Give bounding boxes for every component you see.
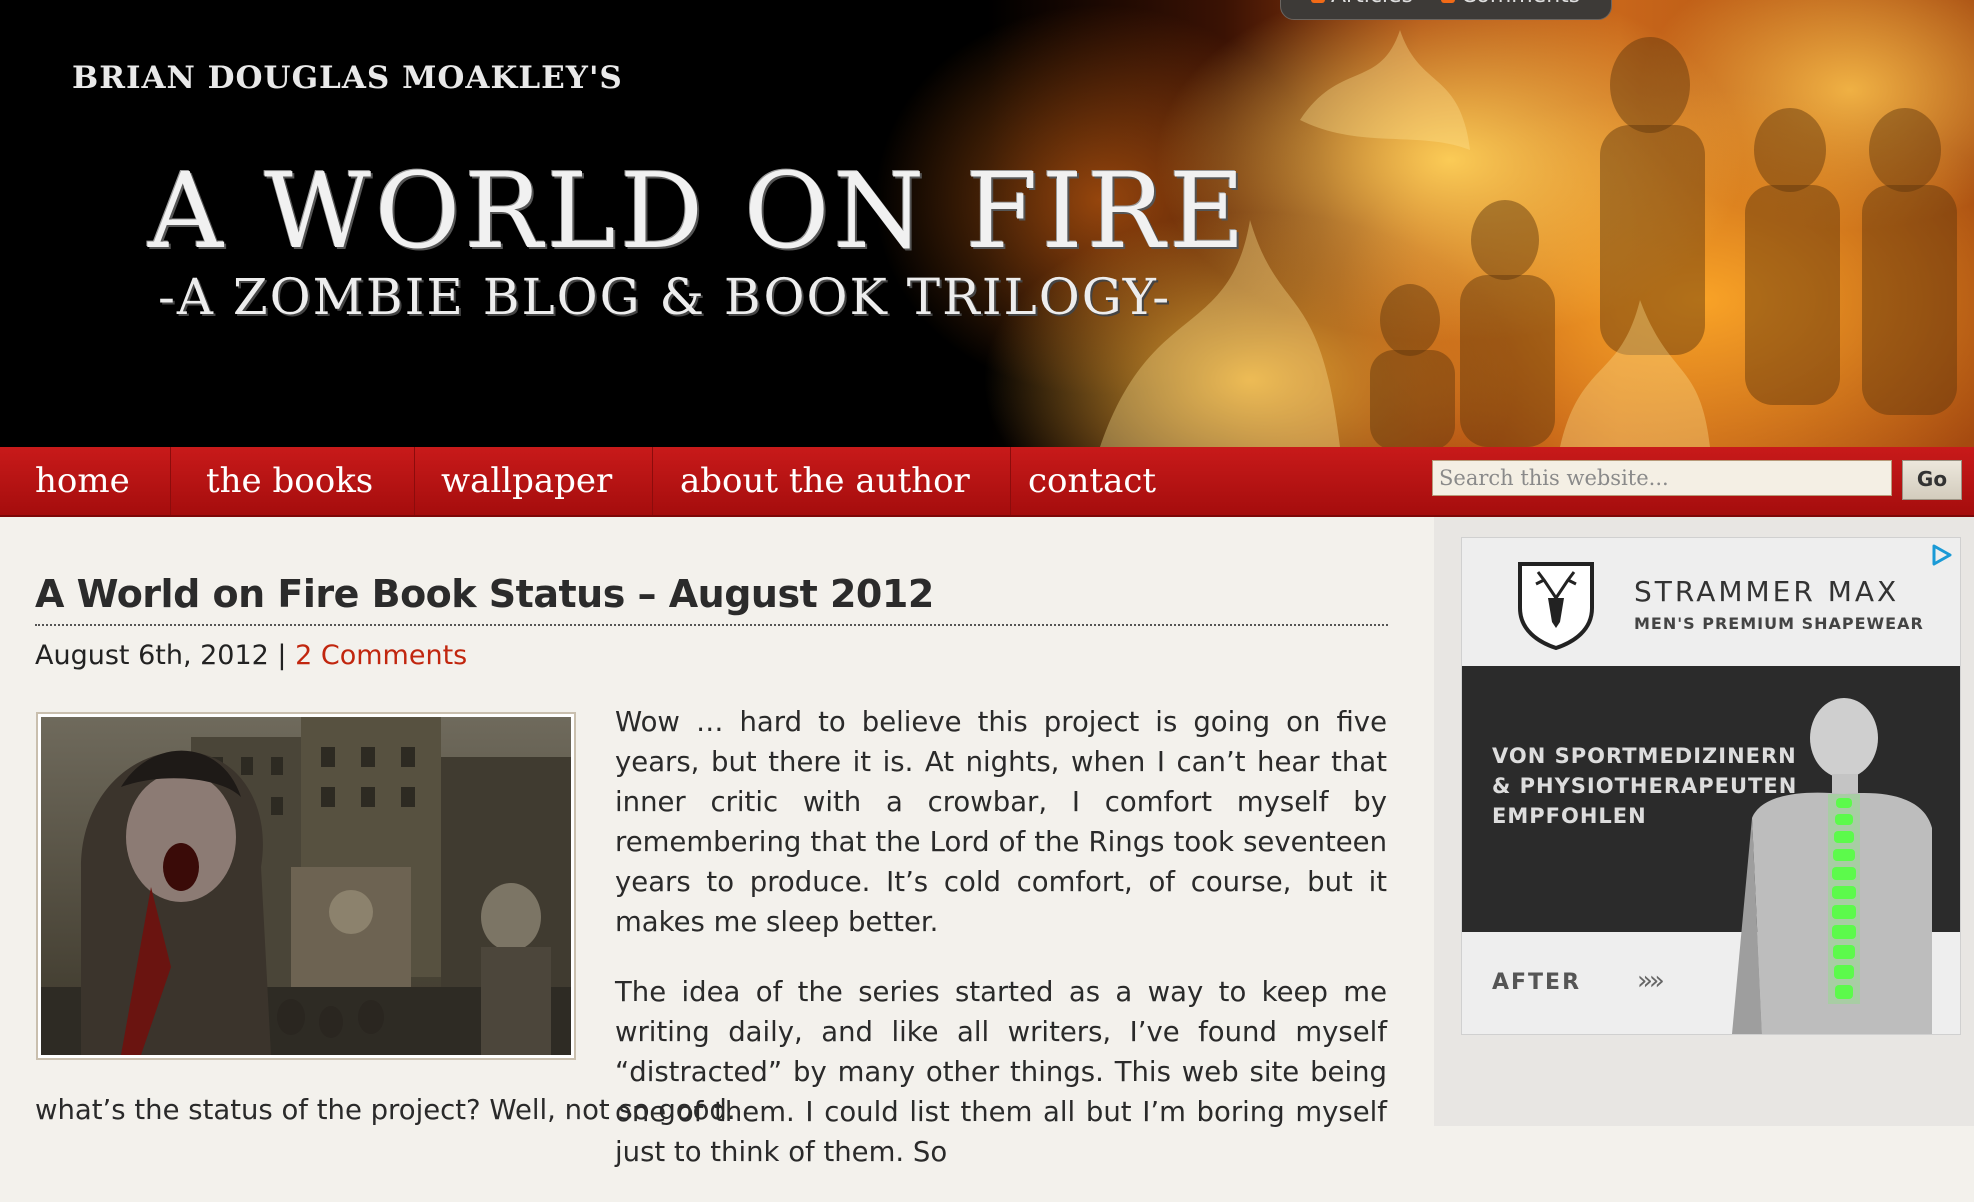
rss-icon [1311, 0, 1325, 3]
spine-xray-illustration [1732, 698, 1932, 1034]
ad-after-label: AFTER [1492, 970, 1582, 995]
nav-wallpaper[interactable]: wallpaper [401, 447, 654, 515]
comments-feed-link[interactable]: Comments [1441, 0, 1580, 8]
post-date: August 6th, 2012 [35, 640, 269, 671]
post-paragraph: The idea of the series started as a way … [615, 976, 1387, 1168]
sidebar-advertisement[interactable]: STRAMMER MAX MEN'S PREMIUM SHAPEWEAR VON… [1461, 537, 1961, 1035]
post-title[interactable]: A World on Fire Book Status – August 201… [35, 572, 1388, 626]
nav-home[interactable]: home [0, 447, 171, 515]
site-title[interactable]: A WORLD ON FIRE [148, 150, 1249, 272]
articles-feed-link[interactable]: Articles [1311, 0, 1413, 8]
ad-brand-name: STRAMMER MAX [1634, 575, 1900, 608]
search-go-button[interactable]: Go [1902, 460, 1962, 500]
deer-crest-icon [1518, 562, 1594, 650]
search-input[interactable] [1432, 460, 1892, 496]
site-header: Articles Comments BRIAN DOUGLAS MOAKLEY'… [0, 0, 1974, 447]
comments-link[interactable]: 2 Comments [295, 640, 467, 671]
rss-icon [1441, 0, 1455, 3]
meta-separator: | [277, 640, 287, 671]
site-author: BRIAN DOUGLAS MOAKLEY'S [72, 60, 623, 96]
nav-about-the-author[interactable]: about the author [640, 447, 1011, 515]
nav-contact[interactable]: contact [988, 447, 1196, 515]
ad-next-arrows-icon[interactable]: »» [1637, 966, 1665, 996]
zombie-illustration [41, 717, 571, 1055]
adchoices-icon[interactable] [1928, 542, 1954, 568]
feed-links: Articles Comments [1280, 0, 1612, 20]
post-image[interactable] [36, 712, 576, 1060]
post-paragraph: Wow … hard to believe this project is go… [615, 706, 1387, 938]
site-subtitle: -A ZOMBIE BLOG & BOOK TRILOGY- [158, 268, 1172, 326]
ad-tagline: MEN'S PREMIUM SHAPEWEAR [1634, 614, 1924, 633]
nav-the-books[interactable]: the books [166, 447, 416, 515]
post-paragraph-continued: what’s the status of the project? Well, … [35, 1094, 736, 1126]
post-meta: August 6th, 2012 | 2 Comments [35, 640, 467, 671]
